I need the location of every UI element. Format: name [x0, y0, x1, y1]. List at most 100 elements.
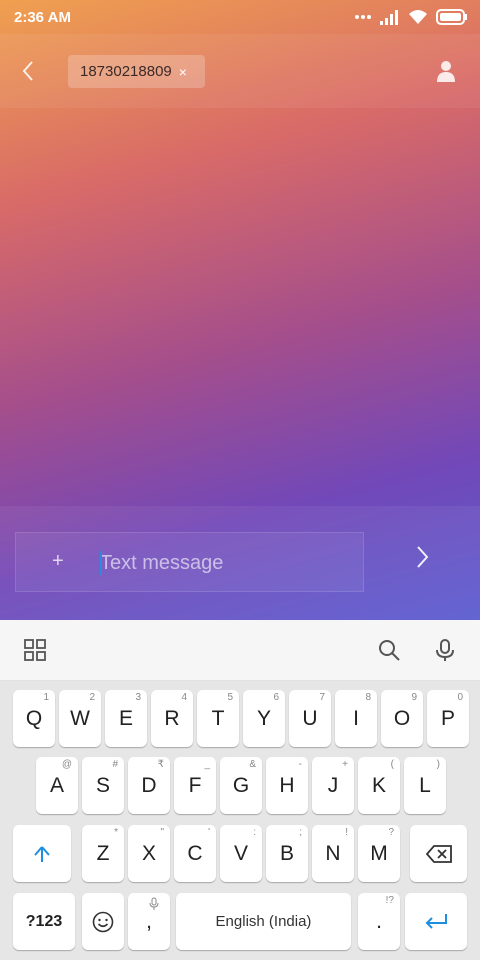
key-q[interactable]: Q1	[13, 690, 55, 747]
wifi-icon	[409, 10, 427, 24]
key-hint-label: *	[114, 827, 118, 838]
key-c[interactable]: C '	[174, 825, 216, 882]
key-hint-label: )	[436, 759, 440, 770]
small-microphone-icon	[149, 897, 159, 910]
key-label: L	[419, 773, 431, 797]
key-o[interactable]: O9	[381, 690, 423, 747]
key-a[interactable]: A @	[36, 757, 78, 814]
message-input[interactable]	[100, 547, 350, 579]
recipient-chip[interactable]: 18730218809 ×	[68, 55, 205, 88]
key-hint-label: &	[249, 759, 256, 770]
key-hint-label: @	[61, 759, 72, 770]
key-g[interactable]: G &	[220, 757, 262, 814]
key-label: ,	[146, 909, 152, 933]
keyboard: Q1 W2 E3 R4 T5 Y6 U7 I8 O9 P0 A @ S # D ₹ F…	[0, 681, 480, 960]
key-i[interactable]: I8	[335, 690, 377, 747]
battery-icon	[436, 9, 467, 25]
key-r[interactable]: R4	[151, 690, 193, 747]
symbols-key[interactable]: ?123	[13, 893, 75, 950]
key-p[interactable]: P0	[427, 690, 469, 747]
key-hint-label: 1	[43, 692, 49, 703]
attach-plus-button[interactable]: +	[52, 551, 64, 571]
more-dots-icon	[355, 15, 371, 19]
key-hint-label: (	[390, 759, 394, 770]
key-hint-label: ?	[388, 827, 394, 838]
key-d[interactable]: D ₹	[128, 757, 170, 814]
chevron-left-icon	[22, 61, 33, 81]
key-h[interactable]: H-	[266, 757, 308, 814]
key-hint-label: ;	[299, 827, 302, 838]
key-hint-label: :	[253, 827, 256, 838]
key-j[interactable]: J +	[312, 757, 354, 814]
key-k[interactable]: K(	[358, 757, 400, 814]
key-label: F	[188, 773, 202, 797]
key-hint-label: '	[208, 827, 210, 838]
key-hint-label: ₹	[157, 759, 164, 770]
key-n[interactable]: N!	[312, 825, 354, 882]
comma-key[interactable]: ,	[128, 893, 170, 950]
person-icon[interactable]	[434, 59, 458, 83]
emoji-key[interactable]	[82, 893, 124, 950]
key-b[interactable]: B;	[266, 825, 308, 882]
key-t[interactable]: T5	[197, 690, 239, 747]
grid-icon[interactable]	[23, 638, 47, 662]
key-label: M	[370, 841, 388, 865]
key-hint-label: !?	[385, 895, 394, 906]
message-input-box[interactable]: +	[15, 532, 364, 592]
shift-key[interactable]	[13, 825, 71, 882]
key-hint-label: #	[112, 759, 118, 770]
key-hint-label: 2	[89, 692, 95, 703]
key-hint-label: !	[345, 827, 348, 838]
search-icon[interactable]	[377, 638, 401, 662]
key-hint-label: 4	[181, 692, 187, 703]
shift-arrow-icon	[34, 845, 50, 862]
microphone-icon[interactable]	[433, 638, 457, 662]
key-label: V	[233, 841, 248, 865]
space-key[interactable]: English (India)	[176, 893, 351, 950]
enter-key[interactable]	[405, 893, 467, 950]
key-x[interactable]: X "	[128, 825, 170, 882]
conversation-screen: 2:36 AM 18730218809 × + Text message	[0, 0, 480, 620]
message-composer: +	[0, 506, 480, 620]
key-w[interactable]: W2	[59, 690, 101, 747]
key-f[interactable]: F _	[174, 757, 216, 814]
key-label: K	[371, 773, 386, 797]
key-label: T	[211, 706, 225, 730]
conversation-header: 18730218809 ×	[0, 34, 480, 108]
remove-recipient-icon[interactable]: ×	[179, 64, 187, 80]
key-label: Z	[96, 841, 110, 865]
key-hint-label: 0	[457, 692, 463, 703]
key-hint-label: 3	[135, 692, 141, 703]
key-label: E	[118, 706, 133, 730]
key-l[interactable]: L)	[404, 757, 446, 814]
key-hint-label: 8	[365, 692, 371, 703]
key-s[interactable]: S #	[82, 757, 124, 814]
key-label: X	[141, 841, 156, 865]
text-cursor	[100, 551, 102, 575]
key-u[interactable]: U7	[289, 690, 331, 747]
backspace-key[interactable]	[410, 825, 467, 882]
keyboard-toolbar	[0, 620, 480, 681]
key-hint-label: _	[204, 759, 210, 770]
key-z[interactable]: Z *	[82, 825, 124, 882]
back-button[interactable]	[14, 57, 42, 85]
key-label: ?123	[25, 912, 63, 930]
key-label: R	[164, 706, 180, 730]
key-label: A	[49, 773, 64, 797]
status-bar: 2:36 AM	[0, 0, 480, 34]
key-label: H	[279, 773, 295, 797]
period-key[interactable]: .!?	[358, 893, 400, 950]
backspace-icon	[425, 844, 452, 863]
key-v[interactable]: V:	[220, 825, 262, 882]
key-m[interactable]: M?	[358, 825, 400, 882]
key-e[interactable]: E3	[105, 690, 147, 747]
key-y[interactable]: Y6	[243, 690, 285, 747]
key-hint-label: +	[342, 759, 348, 770]
key-label: O	[393, 706, 411, 730]
key-label: Y	[256, 706, 271, 730]
key-label: English (India)	[215, 913, 312, 930]
key-label: .	[376, 909, 382, 933]
key-label: S	[95, 773, 110, 797]
chevron-right-icon[interactable]	[408, 542, 438, 572]
key-label: P	[440, 706, 455, 730]
